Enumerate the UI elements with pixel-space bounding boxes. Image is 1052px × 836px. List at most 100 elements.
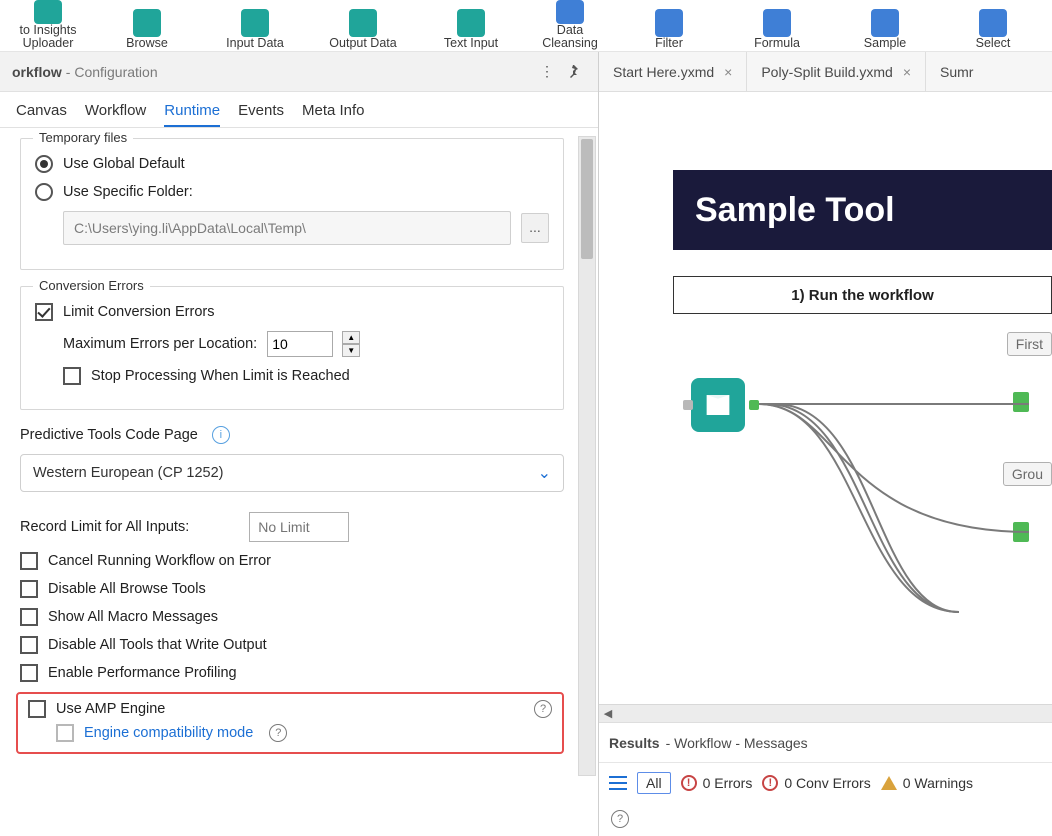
anchor-out[interactable]: [749, 400, 759, 410]
radio-use-global[interactable]: [35, 155, 53, 173]
temporary-files-group: Temporary files Use Global Default Use S…: [20, 138, 564, 270]
tab-poly-split[interactable]: Poly-Split Build.yxmd ×: [747, 52, 926, 91]
tool-label: Sample: [864, 37, 906, 50]
use-global-label: Use Global Default: [63, 156, 185, 172]
temp-folder-path-input[interactable]: [63, 211, 511, 245]
record-limit-input[interactable]: [249, 512, 349, 542]
tool-select[interactable]: Select: [942, 0, 1044, 52]
tab-start-here[interactable]: Start Here.yxmd ×: [599, 52, 747, 91]
anchor-out[interactable]: [1013, 392, 1029, 412]
horizontal-scrollbar[interactable]: ◀: [599, 704, 1052, 722]
spin-down[interactable]: ▼: [342, 344, 360, 357]
page-title-prefix: orkflow: [12, 64, 62, 80]
max-errors-spinner[interactable]: ▲ ▼: [342, 331, 360, 357]
tool-output-data[interactable]: Output Data: [312, 0, 414, 52]
close-icon[interactable]: ×: [724, 64, 732, 80]
tool-label: Output Data: [329, 37, 396, 50]
record-limit-label: Record Limit for All Inputs:: [20, 519, 189, 535]
sample-icon: [871, 9, 899, 37]
info-icon[interactable]: i: [212, 426, 230, 444]
tool-browse[interactable]: Browse: [96, 0, 198, 52]
results-header: Results - Workflow - Messages: [599, 722, 1052, 762]
config-scroll-area[interactable]: Temporary files Use Global Default Use S…: [0, 128, 598, 836]
scroll-left-icon[interactable]: ◀: [599, 707, 617, 720]
checkbox-disable-write-output[interactable]: [20, 636, 38, 654]
input-tool-node[interactable]: [691, 378, 745, 432]
node-label-first: First: [1007, 332, 1052, 356]
checkbox-use-amp-engine[interactable]: [28, 700, 46, 718]
help-icon[interactable]: ?: [269, 724, 287, 742]
limit-conv-errors-label: Limit Conversion Errors: [63, 304, 215, 320]
disable-write-output-label: Disable All Tools that Write Output: [48, 637, 267, 653]
workflow-canvas[interactable]: Sample Tool 1) Run the workflow First Gr…: [599, 92, 1052, 722]
tab-label: Poly-Split Build.yxmd: [761, 64, 893, 80]
anchor-out[interactable]: [1013, 522, 1029, 542]
predictive-codepage-select[interactable]: Western European (CP 1252) ⌄: [20, 454, 564, 492]
tool-filter[interactable]: Filter: [618, 0, 720, 52]
results-title: Results: [609, 735, 660, 751]
insights-icon: [34, 0, 62, 24]
browse-folder-button[interactable]: ...: [521, 213, 549, 243]
configuration-header: orkflow - Configuration ⋮: [0, 52, 598, 92]
browse-icon: [133, 9, 161, 37]
tab-label: Sumr: [940, 64, 973, 80]
stop-on-limit-label: Stop Processing When Limit is Reached: [91, 368, 350, 384]
max-errors-input[interactable]: [267, 331, 333, 357]
tool-insights-uploader[interactable]: to InsightsUploader: [6, 0, 90, 52]
page-subtitle: - Configuration: [66, 64, 158, 80]
help-icon[interactable]: ?: [534, 700, 552, 718]
use-amp-engine-label: Use AMP Engine: [56, 701, 165, 717]
use-specific-label: Use Specific Folder:: [63, 184, 193, 200]
kebab-menu-icon[interactable]: ⋮: [534, 59, 560, 85]
error-icon: !: [762, 775, 778, 791]
checkbox-cancel-on-error[interactable]: [20, 552, 38, 570]
anchor-in[interactable]: [683, 400, 693, 410]
results-subtitle: - Workflow - Messages: [666, 735, 808, 751]
radio-use-specific[interactable]: [35, 183, 53, 201]
checkbox-engine-compat-mode[interactable]: [56, 724, 74, 742]
spin-up[interactable]: ▲: [342, 331, 360, 344]
right-pane: Start Here.yxmd × Poly-Split Build.yxmd …: [599, 52, 1052, 836]
tab-runtime[interactable]: Runtime: [164, 102, 220, 127]
tab-events[interactable]: Events: [238, 102, 284, 127]
tool-palette: to InsightsUploader Browse Input Data Ou…: [0, 0, 1052, 52]
temporary-files-legend: Temporary files: [33, 130, 133, 145]
tool-data-cleansing[interactable]: DataCleansing: [528, 0, 612, 52]
filter-errors-button[interactable]: !0 Errors: [681, 775, 753, 791]
close-icon[interactable]: ×: [903, 64, 911, 80]
checkbox-stop-on-limit[interactable]: [63, 367, 81, 385]
tool-label: Filter: [655, 37, 683, 50]
checkbox-perf-profiling[interactable]: [20, 664, 38, 682]
text-input-icon: [457, 9, 485, 37]
tab-canvas[interactable]: Canvas: [16, 102, 67, 127]
filter-all-button[interactable]: All: [637, 772, 671, 794]
workflow-tabstrip: Start Here.yxmd × Poly-Split Build.yxmd …: [599, 52, 1052, 92]
tool-text-input[interactable]: Text Input: [420, 0, 522, 52]
node-label-group: Grou: [1003, 462, 1052, 486]
tab-workflow[interactable]: Workflow: [85, 102, 146, 127]
list-icon[interactable]: [609, 776, 627, 790]
data-cleansing-icon: [556, 0, 584, 24]
checkbox-disable-browse[interactable]: [20, 580, 38, 598]
amp-highlight: Use AMP Engine ? Engine compatibility mo…: [16, 692, 564, 754]
error-icon: !: [681, 775, 697, 791]
help-icon[interactable]: ?: [611, 810, 629, 828]
sample-tool-banner: Sample Tool: [673, 170, 1052, 250]
tab-meta-info[interactable]: Meta Info: [302, 102, 365, 127]
results-filter-bar: All !0 Errors !0 Conv Errors 0 Warnings: [599, 762, 1052, 802]
filter-conv-errors-button[interactable]: !0 Conv Errors: [762, 775, 870, 791]
output-data-icon: [349, 9, 377, 37]
tool-label: Text Input: [444, 37, 498, 50]
tool-input-data[interactable]: Input Data: [204, 0, 306, 52]
pin-icon[interactable]: [560, 59, 586, 85]
checkbox-limit-conv-errors[interactable]: [35, 303, 53, 321]
checkbox-show-macro-msgs[interactable]: [20, 608, 38, 626]
select-icon: [979, 9, 1007, 37]
input-data-icon: [241, 9, 269, 37]
tool-sample[interactable]: Sample: [834, 0, 936, 52]
filter-warnings-button[interactable]: 0 Warnings: [881, 775, 973, 791]
tab-summary[interactable]: Sumr: [926, 52, 987, 91]
tool-formula[interactable]: Formula: [726, 0, 828, 52]
disable-browse-label: Disable All Browse Tools: [48, 581, 206, 597]
conversion-errors-group: Conversion Errors Limit Conversion Error…: [20, 286, 564, 410]
